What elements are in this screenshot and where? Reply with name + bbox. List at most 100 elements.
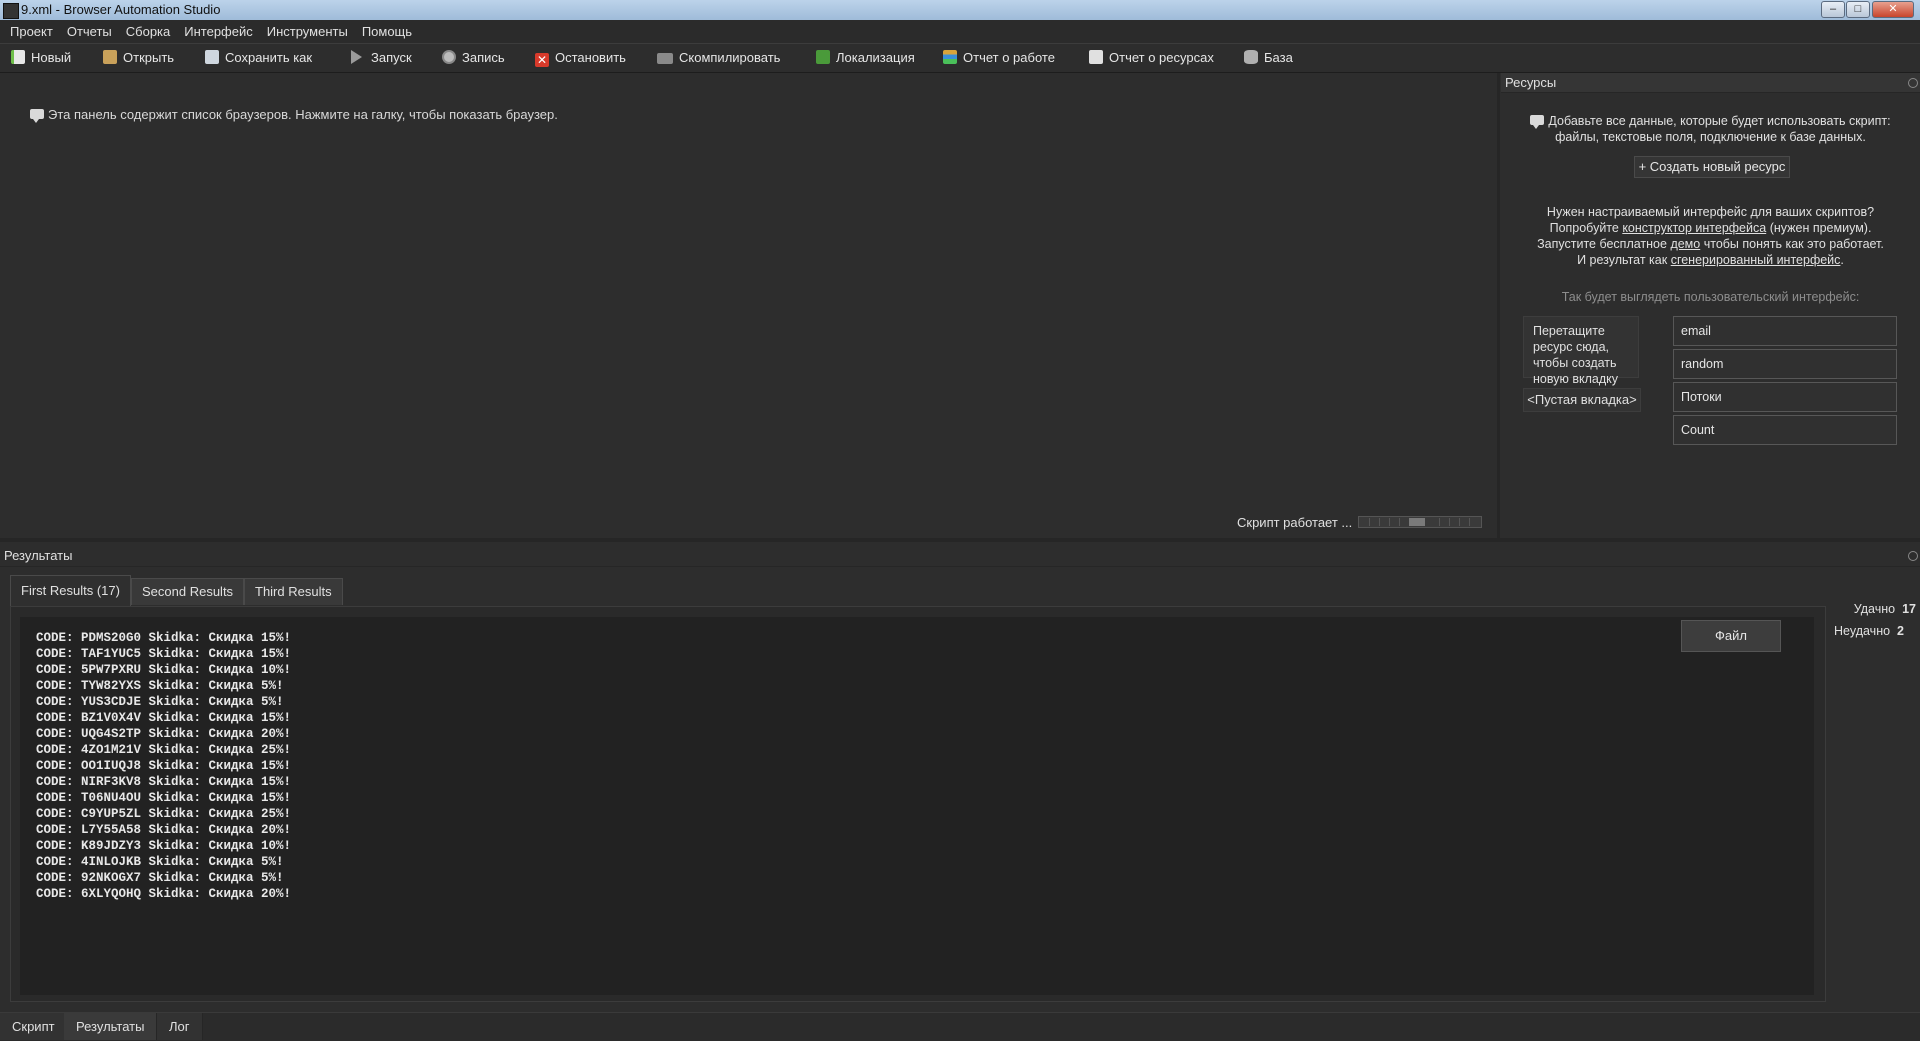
- result-line: CODE: TYW82YXS Skidka: Скидка 5%!: [36, 679, 284, 693]
- result-line: CODE: TAF1YUC5 Skidka: Скидка 15%!: [36, 647, 292, 661]
- resources-desc-line2: файлы, текстовые поля, подключение к баз…: [1555, 130, 1866, 144]
- resources-title: Ресурсы: [1505, 75, 1557, 90]
- menu-reports[interactable]: Отчеты: [60, 20, 119, 43]
- menu-project[interactable]: Проект: [0, 20, 60, 43]
- resource-field-count[interactable]: Count: [1673, 415, 1897, 445]
- fail-count: 2: [1897, 624, 1904, 638]
- progress-fill: [1409, 518, 1425, 526]
- fail-stat: Неудачно 2: [1834, 624, 1904, 638]
- resource-report-label: Отчет о ресурсах: [1109, 50, 1214, 65]
- resource-report-button[interactable]: Отчет о ресурсах: [1089, 48, 1214, 68]
- record-button[interactable]: Запись: [442, 48, 505, 68]
- results-title: Результаты: [4, 548, 73, 563]
- package-icon: [657, 53, 673, 64]
- title-bar: 9.xml - Browser Automation Studio – □ ✕: [0, 0, 1920, 20]
- tab-results[interactable]: Результаты: [64, 1013, 158, 1040]
- result-line: CODE: L7Y55A58 Skidka: Скидка 20%!: [36, 823, 292, 837]
- record-icon: [442, 50, 456, 64]
- promo-premium: (нужен премиум).: [1769, 221, 1872, 235]
- run-button[interactable]: Запуск: [351, 48, 412, 68]
- result-line: CODE: NIRF3KV8 Skidka: Скидка 15%!: [36, 775, 292, 789]
- results-header: Результаты: [0, 542, 1920, 567]
- panel-close-icon[interactable]: [1908, 78, 1918, 88]
- generated-interface-link[interactable]: сгенерированный интерфейс: [1671, 253, 1841, 267]
- minimize-button[interactable]: –: [1821, 1, 1845, 18]
- file-button[interactable]: Файл: [1681, 620, 1781, 652]
- preview-title: Так будет выглядеть пользовательский инт…: [1561, 290, 1860, 304]
- progress-bar: [1358, 516, 1482, 528]
- empty-tab[interactable]: <Пустая вкладка>: [1523, 388, 1641, 412]
- result-line: CODE: 5PW7PXRU Skidka: Скидка 10%!: [36, 663, 292, 677]
- results-frame: CODE: PDMS20G0 Skidka: Скидка 15%! CODE: …: [10, 606, 1826, 1002]
- result-line: CODE: 6XLYQOHQ Skidka: Скидка 20%!: [36, 887, 292, 901]
- save-as-label: Сохранить как: [225, 50, 313, 65]
- save-as-button[interactable]: Сохранить как: [205, 48, 312, 68]
- database-button[interactable]: База: [1244, 48, 1293, 68]
- result-line: CODE: UQG4S2TP Skidka: Скидка 20%!: [36, 727, 292, 741]
- success-count: 17: [1902, 602, 1916, 616]
- panel-close-icon[interactable]: [1908, 551, 1918, 561]
- localization-label: Локализация: [836, 50, 915, 65]
- folder-icon: [103, 50, 117, 64]
- app-icon: [3, 3, 19, 19]
- new-label: Новый: [31, 50, 72, 65]
- browser-hint-text: Эта панель содержит список браузеров. На…: [48, 107, 558, 122]
- success-label: Удачно: [1853, 602, 1896, 616]
- close-button[interactable]: ✕: [1872, 1, 1914, 18]
- maximize-button[interactable]: □: [1846, 1, 1870, 18]
- work-report-button[interactable]: Отчет о работе: [943, 48, 1055, 68]
- report-chart-icon: [943, 50, 957, 64]
- results-lines: CODE: PDMS20G0 Skidka: Скидка 15%! CODE: …: [36, 630, 291, 902]
- result-line: CODE: C9YUP5ZL Skidka: Скидка 25%!: [36, 807, 292, 821]
- compile-button[interactable]: Скомпилировать: [657, 48, 780, 68]
- browser-hint: Эта панель содержит список браузеров. На…: [30, 107, 558, 123]
- resource-field-random[interactable]: random: [1673, 349, 1897, 379]
- fail-label: Неудачно: [1834, 624, 1891, 638]
- speech-bubble-icon: [30, 109, 44, 123]
- resource-field-threads[interactable]: Потоки: [1673, 382, 1897, 412]
- tab-script[interactable]: Скрипт: [0, 1013, 68, 1040]
- demo-link[interactable]: демо: [1670, 237, 1700, 251]
- play-icon: [351, 50, 362, 64]
- bottom-tab-bar: Скрипт Результаты Лог: [0, 1012, 1920, 1041]
- open-button[interactable]: Открыть: [103, 48, 174, 68]
- browser-panel: Эта панель содержит список браузеров. На…: [0, 73, 1496, 538]
- tab-log[interactable]: Лог: [157, 1013, 203, 1040]
- record-label: Запись: [462, 50, 505, 65]
- result-line: CODE: PDMS20G0 Skidka: Скидка 15%!: [36, 631, 292, 645]
- vertical-splitter[interactable]: [1497, 73, 1500, 538]
- result-line: CODE: 4ZO1M21V Skidka: Скидка 25%!: [36, 743, 292, 757]
- resources-desc-line1: Добавьте все данные, которые будет испол…: [1548, 114, 1891, 128]
- tab-third-results[interactable]: Third Results: [244, 578, 343, 605]
- new-button[interactable]: Новый: [11, 48, 71, 68]
- flag-icon: [816, 50, 830, 64]
- menu-interface[interactable]: Интерфейс: [177, 20, 259, 43]
- interface-constructor-link[interactable]: конструктор интерфейса: [1622, 221, 1766, 235]
- menu-help[interactable]: Помощь: [355, 20, 419, 43]
- drop-resource-area[interactable]: Перетащите ресурс сюда, чтобы создать но…: [1523, 316, 1639, 386]
- result-line: CODE: YUS3CDJE Skidka: Скидка 5%!: [36, 695, 284, 709]
- resources-description: Добавьте все данные, которые будет испол…: [1501, 113, 1920, 145]
- resources-panel: Ресурсы Добавьте все данные, которые буд…: [1501, 73, 1920, 538]
- stop-button[interactable]: ✕ Остановить: [535, 48, 626, 68]
- results-output[interactable]: CODE: PDMS20G0 Skidka: Скидка 15%! CODE: …: [20, 617, 1814, 995]
- result-line: CODE: BZ1V0X4V Skidka: Скидка 15%!: [36, 711, 292, 725]
- toolbar: Новый Открыть Сохранить как Запуск Запис…: [0, 44, 1920, 73]
- window-title: 9.xml - Browser Automation Studio: [21, 2, 221, 17]
- resources-header: Ресурсы: [1501, 73, 1920, 93]
- result-line: CODE: K89JDZY3 Skidka: Скидка 10%!: [36, 839, 292, 853]
- compile-label: Скомпилировать: [679, 50, 781, 65]
- open-label: Открыть: [123, 50, 175, 65]
- speech-bubble-icon: [1530, 115, 1545, 129]
- menu-tools[interactable]: Инструменты: [260, 20, 355, 43]
- promo-line1: Нужен настраиваемый интерфейс для ваших …: [1546, 205, 1875, 219]
- create-resource-button[interactable]: + Создать новый ресурс: [1634, 156, 1790, 178]
- database-label: База: [1264, 50, 1293, 65]
- localization-button[interactable]: Локализация: [816, 48, 915, 68]
- tab-second-results[interactable]: Second Results: [131, 578, 245, 605]
- tab-first-results[interactable]: First Results (17): [10, 575, 131, 606]
- success-stat: Удачно 17: [1854, 602, 1916, 616]
- menu-build[interactable]: Сборка: [119, 20, 178, 43]
- resource-field-email[interactable]: email: [1673, 316, 1897, 346]
- run-label: Запуск: [371, 50, 412, 65]
